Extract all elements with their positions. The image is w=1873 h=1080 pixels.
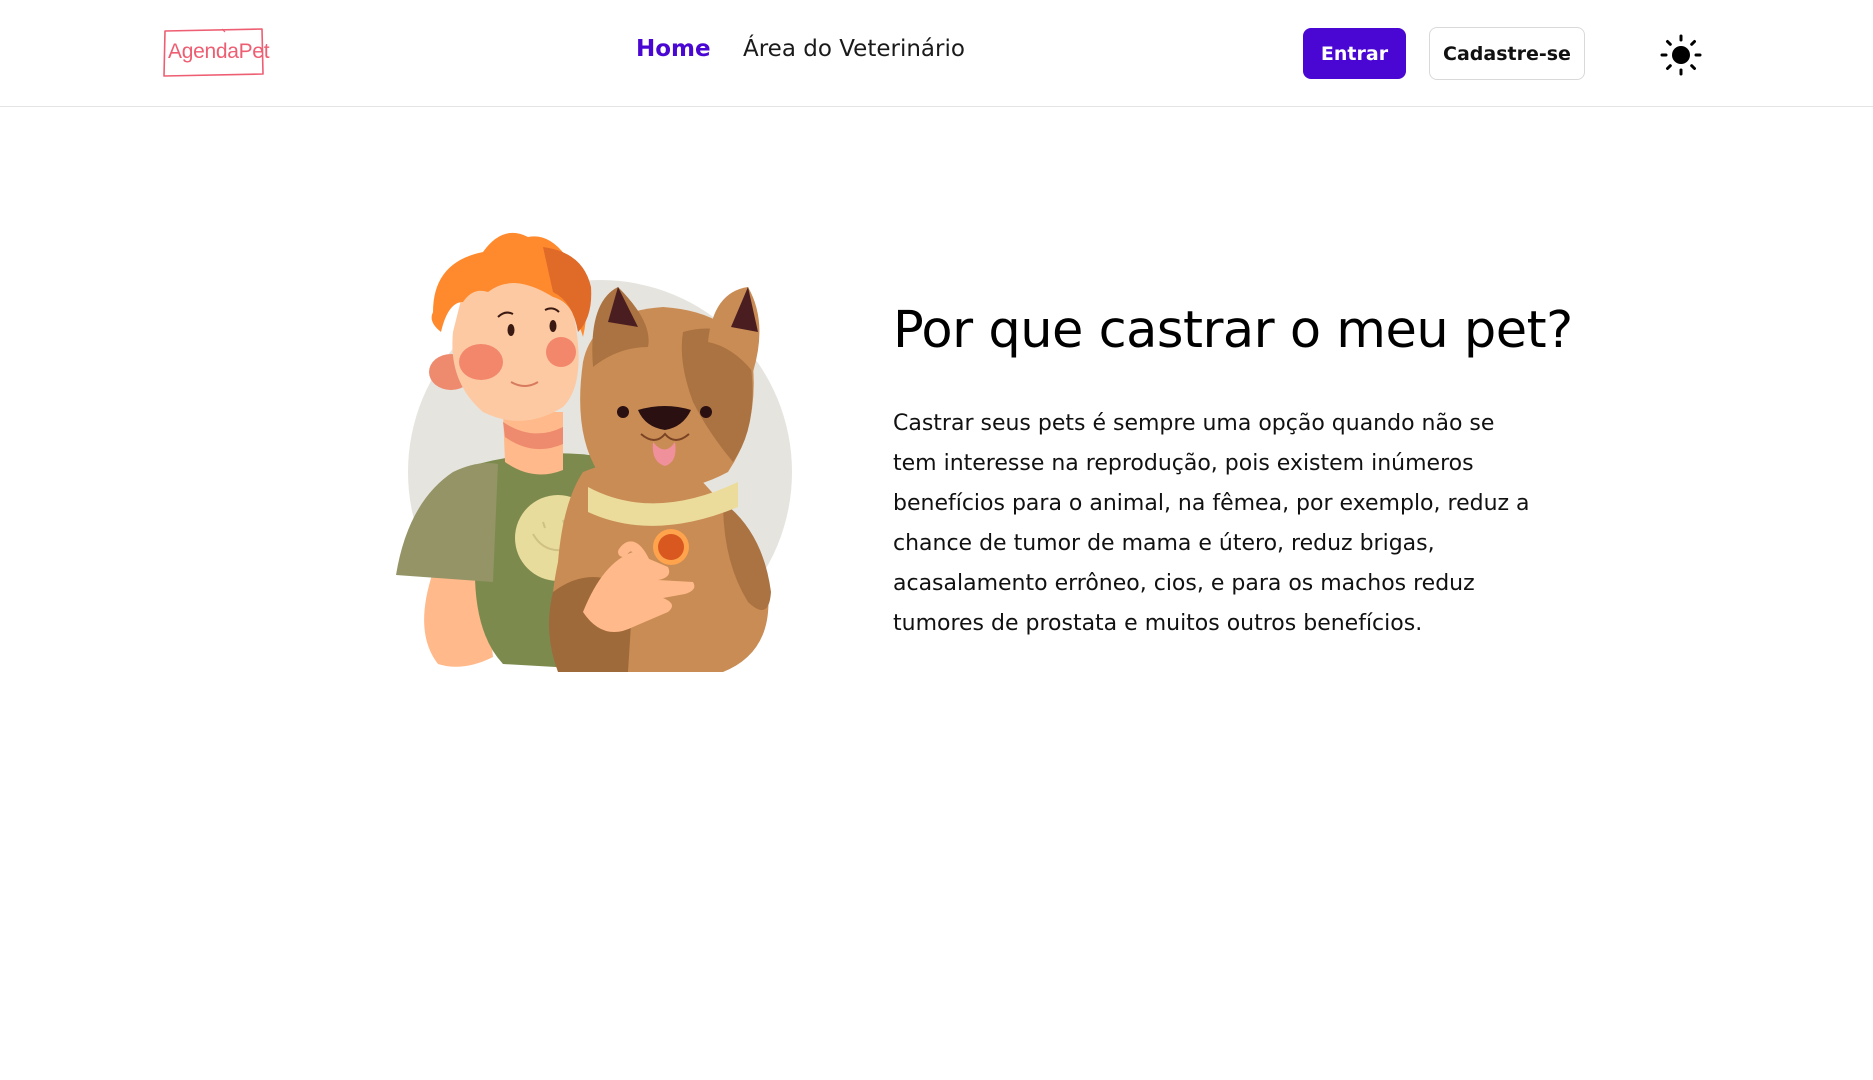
- nav-vet-area-link[interactable]: Área do Veterinário: [743, 36, 965, 62]
- site-header: AgendaPet Home Área do Veterinário Entra…: [0, 0, 1873, 107]
- boy-hugging-dog-illustration: [393, 232, 803, 672]
- page-title: Por que castrar o meu pet?: [893, 301, 1573, 360]
- agendapet-logo[interactable]: AgendaPet: [162, 28, 270, 78]
- theme-toggle-button[interactable]: [1660, 34, 1702, 76]
- logo-text: AgendaPet: [168, 40, 270, 63]
- signup-button[interactable]: Cadastre-se: [1429, 27, 1585, 80]
- nav-home-link[interactable]: Home: [636, 36, 711, 62]
- login-button[interactable]: Entrar: [1303, 28, 1406, 79]
- sun-icon: [1660, 34, 1702, 76]
- hero-paragraph: Castrar seus pets é sempre uma opção qua…: [893, 411, 1530, 636]
